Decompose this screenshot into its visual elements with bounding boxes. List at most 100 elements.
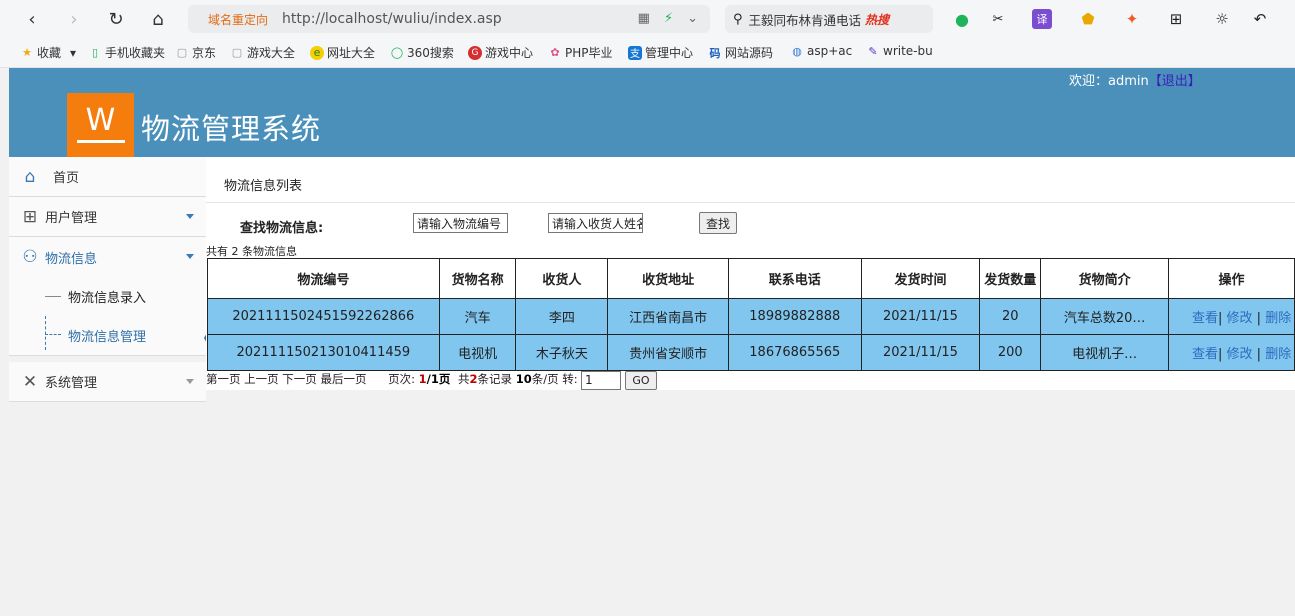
home-icon[interactable]: ⌂ bbox=[146, 7, 170, 31]
sidebar-item-home[interactable]: ⌂ 首页 bbox=[9, 157, 206, 197]
cell-goods-name: 汽车 bbox=[438, 298, 517, 335]
bookmark-asp[interactable]: ◍ asp+ac bbox=[790, 44, 852, 58]
sidebar-item-users[interactable]: ⊞ 用户管理 bbox=[9, 197, 206, 237]
bookmark-360[interactable]: ◯ 360搜索 bbox=[390, 44, 454, 61]
caret-down-icon: ▾ bbox=[70, 45, 77, 60]
cell-ship-date: 2021/11/15 bbox=[860, 334, 981, 371]
sidebar-item-system[interactable]: ✕ 系统管理 bbox=[9, 362, 206, 402]
url-redirect-label: 域名重定向 bbox=[208, 12, 269, 27]
forward-icon[interactable]: › bbox=[62, 7, 86, 31]
house-icon: ⌂ bbox=[24, 166, 36, 187]
search-icon: ⚲ bbox=[733, 11, 743, 27]
search-box[interactable]: ⚲ 王毅同布林肯通电话 热搜 bbox=[725, 5, 933, 33]
bookmark-source[interactable]: 码网站源码 bbox=[708, 44, 774, 61]
cell-actions: 查看| 修改 | 删除 bbox=[1167, 334, 1295, 371]
cell-description: 汽车总数20… bbox=[1040, 298, 1169, 335]
game-icon[interactable]: ✦ bbox=[1122, 9, 1142, 29]
view-link[interactable]: 查看 bbox=[1192, 347, 1218, 362]
lightning-icon[interactable]: ⚡ bbox=[664, 11, 673, 26]
site-logo: W bbox=[67, 93, 134, 157]
cell-logistics-no: 2021111502451592262866 bbox=[207, 298, 440, 335]
address-bar[interactable]: 域名重定向 http://localhost/wuliu/index.asp ▦… bbox=[188, 5, 710, 33]
shield-icon[interactable]: ⬟ bbox=[1078, 9, 1098, 29]
table-header: 物流编号 货物名称 收货人 收货地址 联系电话 发货时间 发货数量 货物简介 操… bbox=[207, 258, 1295, 299]
page-icon: ▢ bbox=[176, 46, 188, 59]
cell-ship-date: 2021/11/15 bbox=[860, 298, 981, 335]
pager-nav[interactable]: 第一页 上一页 下一页 最后一页 bbox=[206, 372, 366, 386]
col-header: 货物简介 bbox=[1040, 258, 1169, 299]
bookmark-admin[interactable]: 支管理中心 bbox=[628, 44, 693, 61]
receiver-name-input[interactable]: 请输入收货人姓名 bbox=[548, 213, 643, 233]
translate-icon[interactable]: 译 bbox=[1032, 9, 1052, 29]
bookmark-php[interactable]: ✿ PHP毕业 bbox=[548, 44, 612, 61]
back-icon[interactable]: ‹ bbox=[20, 7, 44, 31]
logout-link[interactable]: 【退出】 bbox=[1149, 74, 1201, 89]
sidebar-item-logistics[interactable]: ⚇ 物流信息 bbox=[9, 237, 206, 277]
cell-quantity: 20 bbox=[979, 298, 1042, 335]
search-suggestion[interactable]: 王毅同布林肯通电话 bbox=[749, 10, 862, 29]
bookmark-game-center[interactable]: G 游戏中心 bbox=[468, 44, 533, 61]
qr-icon[interactable]: ▦ bbox=[638, 11, 650, 26]
browser-toolbar: ‹ › ↻ ⌂ 域名重定向 http://localhost/wuliu/ind… bbox=[0, 0, 1295, 38]
sidebar-sub-manage[interactable]: 物流信息管理 bbox=[9, 316, 212, 356]
hot-search-badge: 热搜 bbox=[865, 12, 890, 27]
search-label: 查找物流信息: bbox=[240, 221, 324, 236]
delete-link[interactable]: 删除 bbox=[1265, 311, 1291, 326]
reload-icon[interactable]: ↻ bbox=[104, 7, 128, 31]
grid-icon[interactable]: ⊞ bbox=[1166, 9, 1186, 29]
undo-icon[interactable]: ↶ bbox=[1250, 9, 1270, 29]
site-title: 物流管理系统 bbox=[141, 112, 322, 146]
brightness-icon[interactable]: ☼ bbox=[1212, 9, 1232, 29]
flower-icon: ✿ bbox=[550, 46, 560, 59]
view-link[interactable]: 查看 bbox=[1192, 311, 1218, 326]
cell-address: 江西省南昌市 bbox=[607, 298, 729, 335]
cell-logistics-no: 202111150213010411459 bbox=[207, 334, 440, 371]
bookmark-hao[interactable]: e 网址大全 bbox=[310, 44, 375, 61]
url-text[interactable]: http://localhost/wuliu/index.asp bbox=[282, 11, 502, 27]
tools-icon: ✕ bbox=[22, 371, 38, 392]
delete-link[interactable]: 删除 bbox=[1265, 347, 1291, 362]
search-row: 查找物流信息: 请输入物流编号 请输入收货人姓名 查找 bbox=[206, 212, 1295, 240]
logistics-table: 物流编号 货物名称 收货人 收货地址 联系电话 发货时间 发货数量 货物简介 操… bbox=[207, 258, 1295, 371]
search-button[interactable]: 查找 bbox=[699, 212, 737, 234]
edit-link[interactable]: 修改 bbox=[1227, 311, 1253, 326]
table-row: 202111150213010411459 电视机 木子秋天 贵州省安顺市 18… bbox=[207, 334, 1295, 371]
cell-goods-name: 电视机 bbox=[438, 334, 517, 371]
chat-extension-icon[interactable]: ● bbox=[952, 9, 972, 29]
bookmark-mobile[interactable]: ▯ 手机收藏夹 bbox=[88, 44, 165, 61]
col-header: 物流编号 bbox=[207, 258, 440, 299]
search-engine-icon: ◯ bbox=[390, 46, 404, 59]
chevron-down-icon[interactable]: ⌄ bbox=[687, 11, 698, 26]
col-header: 货物名称 bbox=[438, 258, 517, 299]
caret-down-icon bbox=[186, 254, 194, 259]
page-title: 物流信息列表 bbox=[224, 179, 303, 194]
col-header: 发货时间 bbox=[860, 258, 981, 299]
col-header: 操作 bbox=[1167, 258, 1295, 299]
col-header: 收货人 bbox=[515, 258, 609, 299]
bookmark-write[interactable]: ✎ write-bu bbox=[866, 44, 932, 58]
grid-icon: ⊞ bbox=[22, 206, 38, 227]
game-center-icon: G bbox=[468, 45, 482, 60]
table-row: 2021111502451592262866 汽车 李四 江西省南昌市 1898… bbox=[207, 298, 1295, 335]
logistics-no-input[interactable]: 请输入物流编号 bbox=[413, 213, 508, 233]
main-panel: 物流信息列表 查找物流信息: 请输入物流编号 请输入收货人姓名 查找 共有 2 … bbox=[206, 157, 1295, 390]
edit-link[interactable]: 修改 bbox=[1227, 347, 1253, 362]
bookmark-jd[interactable]: ▢ 京东 bbox=[175, 44, 216, 61]
site-header: W 物流管理系统 欢迎：admin【退出】 bbox=[9, 68, 1295, 157]
bookmark-favorites[interactable]: ★ 收藏 ▾ bbox=[20, 44, 76, 61]
globe-icon: ◍ bbox=[792, 44, 802, 58]
bookmarks-bar: ★ 收藏 ▾ ▯ 手机收藏夹 ▢ 京东 ▢ 游戏大全 e 网址大全 ◯ 360搜索 G 游戏中心… bbox=[0, 38, 1295, 68]
cell-receiver: 李四 bbox=[515, 298, 609, 335]
caret-down-icon bbox=[186, 214, 194, 219]
bookmark-games[interactable]: ▢ 游戏大全 bbox=[230, 44, 295, 61]
scissors-icon[interactable]: ✂ bbox=[988, 9, 1008, 29]
go-button[interactable]: GO bbox=[625, 371, 657, 390]
sidebar: ⌂ 首页 ⊞ 用户管理 ⚇ 物流信息 物流信息录入 物流信息管理 ✕ 系统管理 bbox=[9, 157, 212, 616]
sidebar-sub-entry[interactable]: 物流信息录入 bbox=[9, 276, 206, 316]
cell-description: 电视机子… bbox=[1040, 334, 1169, 371]
cell-actions: 查看| 修改 | 删除 bbox=[1167, 298, 1295, 335]
site-icon: e bbox=[310, 45, 324, 60]
col-header: 收货地址 bbox=[607, 258, 729, 299]
goto-page-input[interactable]: 1 bbox=[581, 371, 621, 390]
admin-icon: 支 bbox=[628, 45, 642, 60]
